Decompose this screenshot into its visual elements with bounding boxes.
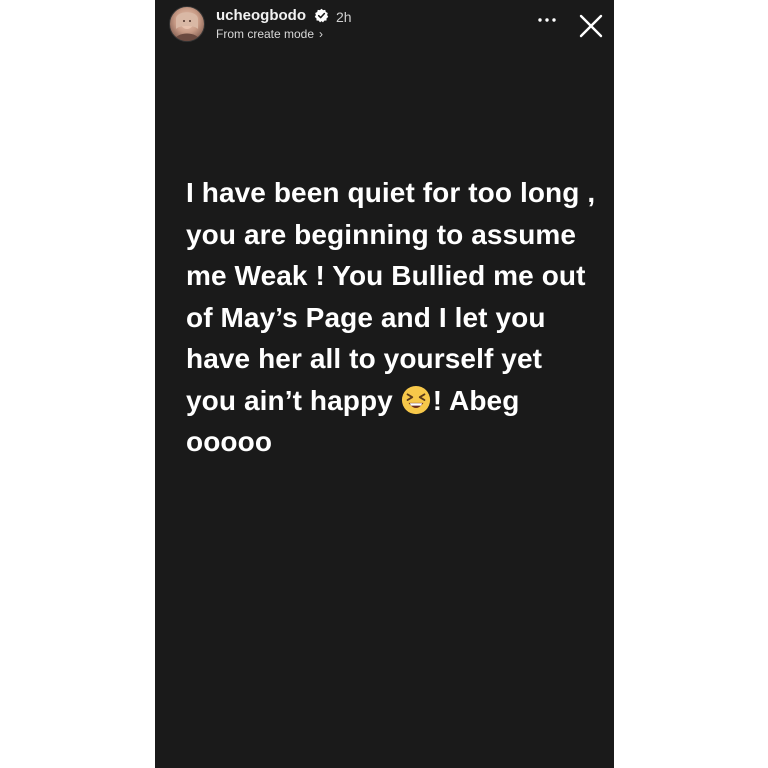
story-viewer[interactable]: ucheogbodo 2h From create mode › I have b… [155,0,614,768]
verified-badge-icon [314,8,329,23]
story-header: ucheogbodo 2h From create mode › [155,0,614,50]
username[interactable]: ucheogbodo [216,7,306,25]
story-text-main: I have been quiet for too long , you are… [186,177,596,416]
more-dots-icon[interactable] [535,14,559,26]
close-icon[interactable] [578,13,604,39]
create-mode-label: From create mode [216,27,315,41]
grinning-squinting-face-emoji [401,385,430,414]
story-text: I have been quiet for too long , you are… [186,172,596,463]
avatar[interactable] [169,6,205,42]
chevron-right-icon: › [319,27,324,41]
create-mode-link[interactable]: From create mode › [216,27,323,42]
post-time: 2h [336,9,352,25]
profile-photo [174,12,200,41]
